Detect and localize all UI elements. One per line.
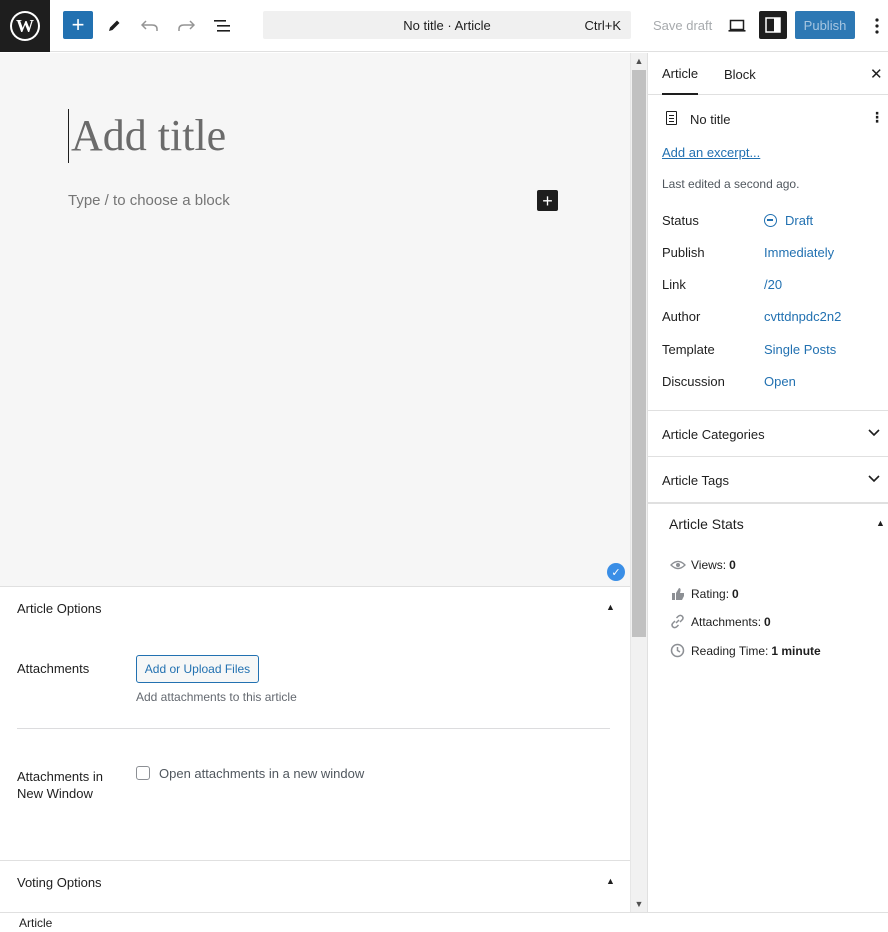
pencil-icon [109,20,120,31]
scrollbar-thumb[interactable] [632,70,646,637]
breadcrumb-article[interactable]: Article [19,916,52,930]
open-new-window-checkbox[interactable] [136,766,150,780]
document-overview-button[interactable] [206,10,238,42]
panel-article-categories[interactable]: Article Categories [648,410,888,456]
tools-pencil-button[interactable] [98,10,130,42]
panel-title: Article Categories [662,427,765,442]
publish-value[interactable]: Immediately [764,245,834,260]
sidebar-settings-icon [765,17,781,33]
link-value[interactable]: /20 [764,277,782,292]
status-value-text: Draft [785,213,814,228]
stat-reading-time: Reading Time: 1 minute [669,642,821,659]
tab-article[interactable]: Article [662,53,699,95]
voting-options-box: Voting Options ▲ [0,860,630,913]
stat-reading-time-label: Reading Time: [691,643,769,658]
list-view-icon [214,20,230,32]
voting-options-title[interactable]: Voting Options [17,875,102,890]
stat-attachments-label: Attachments: [691,614,762,629]
desktop-preview-icon [728,19,746,32]
chevron-down-icon [868,426,880,440]
vertical-ellipsis-icon [875,18,879,34]
editor-scrollbar[interactable]: ▲ ▼ [630,53,647,912]
close-icon[interactable]: ✕ [870,65,883,83]
wordpress-logo-button[interactable]: W [0,0,50,52]
status-value[interactable]: Draft [764,213,813,228]
thumbs-up-icon [669,585,686,602]
post-title-input[interactable]: Add title [68,109,226,163]
status-label: Status [662,213,699,228]
redo-icon [178,20,195,31]
command-palette-bar[interactable]: No title · Article Ctrl+K [263,11,631,39]
editor-canvas: Add title Type / to choose a block + ✓ [0,53,630,586]
editor-header: W + No title · Article Ctrl+K Save draft [0,0,888,52]
collapse-arrow-icon[interactable]: ▲ [606,602,615,612]
scroll-up-arrow-icon[interactable]: ▲ [631,53,647,69]
command-title: No title · Article [403,17,491,33]
stat-rating-label: Rating: [691,586,730,601]
add-excerpt-link[interactable]: Add an excerpt... [662,145,760,160]
link-icon [669,613,686,630]
publish-button[interactable]: Publish [795,11,855,39]
collapse-arrow-icon[interactable]: ▲ [876,518,885,528]
wordpress-logo-letter: W [12,13,38,39]
publish-label: Publish [662,245,705,260]
collapse-arrow-icon[interactable]: ▲ [606,876,615,886]
new-window-label-line2: New Window [17,786,93,801]
chevron-down-icon [868,472,880,486]
command-shortcut: Ctrl+K [584,18,621,33]
document-icon [666,111,677,125]
attachments-label: Attachments [17,661,90,676]
stat-reading-time-value: 1 minute [771,643,821,658]
check-badge-icon: ✓ [607,563,625,581]
settings-sidebar: Article Block ✕ No title ⋮ Add an excerp… [647,53,888,912]
discussion-value[interactable]: Open [764,374,796,389]
author-value[interactable]: cvttdnpdc2n2 [764,309,841,324]
template-value[interactable]: Single Posts [764,342,836,357]
eye-icon [669,556,686,573]
block-breadcrumb-footer: Article [0,912,888,932]
open-new-window-label[interactable]: Open attachments in a new window [159,766,364,781]
document-title: No title [690,112,731,127]
article-options-title[interactable]: Article Options [17,601,102,616]
stat-attachments-value: 0 [764,614,771,629]
settings-toggle-button[interactable] [759,11,787,39]
stat-rating-value: 0 [732,586,739,601]
stat-views: Views: 0 [669,556,736,573]
scroll-down-arrow-icon[interactable]: ▼ [631,896,647,912]
discussion-label: Discussion [662,374,725,389]
default-block-appender[interactable]: Type / to choose a block [68,192,230,209]
author-label: Author [662,309,701,324]
preview-button[interactable] [721,10,753,42]
panel-title: Article Tags [662,473,729,488]
tab-block[interactable]: Block [724,53,756,95]
stat-views-value: 0 [729,557,736,572]
save-draft-button[interactable]: Save draft [645,11,720,39]
options-menu-button[interactable] [866,10,888,42]
undo-button[interactable] [134,10,166,42]
redo-button[interactable] [170,10,202,42]
stat-rating: Rating: 0 [669,585,739,602]
new-window-label-line1: Attachments in [17,769,103,784]
draft-status-icon [764,214,777,227]
clock-icon [669,642,686,659]
metaboxes-area: Article Options ▲ Attachments Add or Upl… [0,586,630,912]
wordpress-logo-icon: W [10,11,40,41]
panel-article-tags[interactable]: Article Tags [648,456,888,502]
stat-views-label: Views: [691,557,727,572]
link-label: Link [662,277,686,292]
attachments-description: Add attachments to this article [136,690,297,704]
sidebar-tabs: Article Block ✕ [648,53,888,95]
document-actions-icon[interactable]: ⋮ [870,109,884,126]
add-block-button[interactable]: + [537,190,558,211]
block-inserter-button[interactable]: + [63,11,93,39]
undo-icon [141,20,158,31]
stat-attachments: Attachments: 0 [669,613,771,630]
template-label: Template [662,342,715,357]
article-stats-title[interactable]: Article Stats [669,516,744,532]
divider [17,728,610,729]
add-upload-files-button[interactable]: Add or Upload Files [136,655,259,683]
last-edited-text: Last edited a second ago. [662,177,800,191]
